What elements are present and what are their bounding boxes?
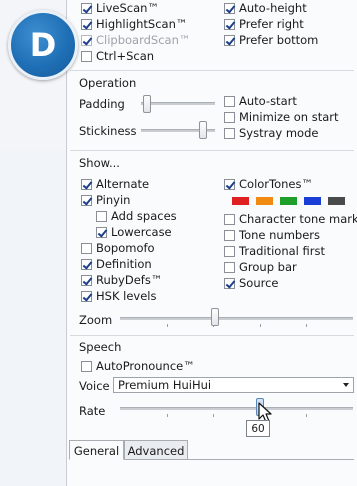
character-tone-marks-checkbox[interactable] <box>224 214 235 225</box>
step-badge: D <box>8 10 78 80</box>
add-spaces-label: Add spaces <box>111 209 177 223</box>
source-label: Source <box>239 276 279 290</box>
rate-tick <box>213 414 214 417</box>
prefer-bottom-checkbox[interactable] <box>224 35 235 46</box>
auto-start-checkbox[interactable] <box>224 96 235 107</box>
show-title: Show... <box>79 156 120 170</box>
add-spaces-checkbox[interactable] <box>96 211 107 222</box>
definition-checkbox[interactable] <box>81 259 92 270</box>
group-bar-checkbox[interactable] <box>224 262 235 273</box>
divider <box>70 335 354 336</box>
lowercase-checkbox[interactable] <box>96 227 107 238</box>
zoom-slider-thumb[interactable] <box>211 308 219 326</box>
tab-advanced[interactable]: Advanced <box>124 440 188 460</box>
divider <box>70 70 354 71</box>
stickiness-label: Stickiness <box>79 124 137 138</box>
rubydefs-checkbox[interactable] <box>81 275 92 286</box>
livescan-checkbox[interactable] <box>81 3 92 14</box>
clipboardscan-label: ClipboardScan™ <box>96 33 191 47</box>
padding-slider-track[interactable] <box>141 102 215 105</box>
rate-tick <box>167 414 168 417</box>
voice-select-value: Premium HuiHui <box>118 378 212 392</box>
zoom-tick <box>306 324 307 327</box>
autopronounce-label: AutoPronounce™ <box>96 359 195 373</box>
tone-color-swatch[interactable] <box>328 197 345 205</box>
traditional-first-label: Traditional first <box>239 244 326 258</box>
lowercase-label: Lowercase <box>111 225 172 239</box>
speech-title: Speech <box>79 340 122 354</box>
group-bar-label: Group bar <box>239 260 297 274</box>
tone-numbers-checkbox[interactable] <box>224 230 235 241</box>
pinyin-checkbox[interactable] <box>81 195 92 206</box>
highlightscan-checkbox[interactable] <box>81 19 92 30</box>
bopomofo-checkbox[interactable] <box>81 243 92 254</box>
prefer-right-checkbox[interactable] <box>224 19 235 30</box>
source-checkbox[interactable] <box>224 278 235 289</box>
left-background <box>0 150 66 486</box>
autopronounce-checkbox[interactable] <box>81 361 92 372</box>
tone-numbers-label: Tone numbers <box>239 228 320 242</box>
zoom-slider-track[interactable] <box>120 317 353 320</box>
minimize-on-start-label: Minimize on start <box>239 110 339 124</box>
padding-label: Padding <box>79 97 125 111</box>
definition-label: Definition <box>96 257 152 271</box>
rate-tick <box>306 414 307 417</box>
ctrl-scan-label: Ctrl+Scan <box>96 49 155 63</box>
zoom-tick <box>260 324 261 327</box>
traditional-first-checkbox[interactable] <box>224 246 235 257</box>
systray-mode-checkbox[interactable] <box>224 128 235 139</box>
livescan-label: LiveScan™ <box>96 1 159 15</box>
auto-height-label: Auto-height <box>239 1 307 15</box>
operation-title: Operation <box>79 76 137 90</box>
ctrl-scan-checkbox[interactable] <box>81 51 92 62</box>
badge-letter: D <box>29 26 57 64</box>
rubydefs-label: RubyDefs™ <box>96 273 163 287</box>
prefer-right-label: Prefer right <box>239 17 304 31</box>
tone-color-swatch[interactable] <box>256 197 273 205</box>
voice-select[interactable]: Premium HuiHui <box>113 377 354 393</box>
stickiness-slider-thumb[interactable] <box>199 121 207 139</box>
highlightscan-label: HighlightScan™ <box>96 17 188 31</box>
minimize-on-start-checkbox[interactable] <box>224 112 235 123</box>
auto-start-label: Auto-start <box>239 94 297 108</box>
zoom-tick <box>167 324 168 327</box>
padding-slider-thumb[interactable] <box>143 95 151 113</box>
bopomofo-label: Bopomofo <box>96 241 155 255</box>
auto-height-checkbox[interactable] <box>224 3 235 14</box>
colortones-label: ColorTones™ <box>239 177 313 191</box>
tone-color-swatch[interactable] <box>280 197 297 205</box>
colortones-checkbox[interactable] <box>224 179 235 190</box>
prefer-bottom-label: Prefer bottom <box>239 33 319 47</box>
pinyin-label: Pinyin <box>96 193 131 207</box>
clipboardscan-checkbox[interactable] <box>81 35 92 46</box>
alternate-label: Alternate <box>96 177 150 191</box>
voice-label: Voice <box>79 379 110 393</box>
dropdown-arrow-icon <box>343 383 349 387</box>
rate-value-tooltip: 60 <box>246 420 270 437</box>
rate-label: Rate <box>79 404 106 418</box>
tone-color-swatch[interactable] <box>304 197 321 205</box>
character-tone-marks-label: Character tone marks <box>239 212 357 226</box>
zoom-label: Zoom <box>79 313 113 327</box>
tab-general[interactable]: General <box>69 440 124 460</box>
divider <box>70 150 354 151</box>
systray-mode-label: Systray mode <box>239 126 319 140</box>
tone-color-swatch[interactable] <box>232 197 249 205</box>
hsk-levels-checkbox[interactable] <box>81 291 92 302</box>
rate-slider-track[interactable] <box>120 407 353 410</box>
alternate-checkbox[interactable] <box>81 179 92 190</box>
hsk-levels-label: HSK levels <box>96 289 157 303</box>
